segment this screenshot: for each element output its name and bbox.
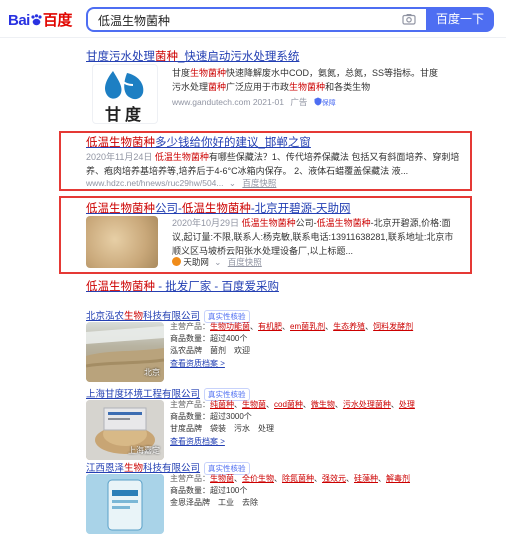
- ad-label[interactable]: 广告: [290, 97, 307, 107]
- qualification-link[interactable]: 查看资质档案 >: [170, 358, 430, 370]
- search-button[interactable]: 百度一下: [426, 7, 494, 32]
- product-link[interactable]: 微生物: [311, 400, 335, 409]
- products-line: 主营产品：生物功能菌、有机肥、em菌乳剂、生态养殖、饲料发酵剂: [170, 322, 414, 331]
- top-bar: Bai 百度 百度一下: [0, 0, 506, 38]
- company-image[interactable]: 上海嘉定: [86, 400, 164, 460]
- company-card: 北京泓农生物科技有限公司 真实性核验 北京 主营产品：生物功能菌、有机肥、em菌乳…: [86, 306, 426, 382]
- company-card: 上海甘度环境工程有限公司 真实性核验 上海嘉定 主营产品：纯菌种、生物菌、cod菌…: [86, 384, 426, 460]
- baidu-logo[interactable]: Bai 百度: [8, 9, 72, 29]
- brand-line: 甘度品牌 袋装 污水 处理: [170, 424, 274, 434]
- product-link[interactable]: 全价生物: [242, 474, 274, 483]
- result-description: 甘度生物菌种快速降解废水中COD，氨氮，总氮，SS等指标。甘度污水处理菌种广泛应…: [172, 68, 439, 92]
- source-name[interactable]: 天助网: [183, 257, 209, 267]
- product-link[interactable]: em菌乳剂: [290, 322, 325, 331]
- result-item: 低温生物菌种公司-低温生物菌种-北京开碧源-天助网 2020年10月29日 低温…: [86, 200, 466, 268]
- source-icon: [172, 257, 181, 266]
- result-aicaigou: 低温生物菌种 - 批发厂家 - 百度爱采购: [86, 278, 279, 294]
- result-url[interactable]: www.gandutech.com: [172, 97, 250, 107]
- result-ad: 甘度污水处理菌种_快速启动污水处理系统 甘度 甘度生物菌种快速降解废水中COD，…: [86, 48, 446, 124]
- result-meta: www.hdzc.net/hnews/ruc29hw/504... ⌄ 百度快照: [86, 177, 276, 189]
- result-meta: 天助网 ⌄ 百度快照: [172, 256, 262, 268]
- gandu-logo-image[interactable]: 甘度: [92, 64, 158, 124]
- location-label: 北京: [144, 368, 160, 377]
- products-line: 主营产品：生物菌、全价生物、除氮菌种、强效元、硅藻种、解毒剂: [170, 474, 410, 483]
- gandu-logo-text: 甘度: [104, 107, 145, 124]
- search-box: [86, 7, 426, 32]
- company-image[interactable]: [86, 474, 164, 534]
- company-card: 江西恩泽生物科技有限公司 真实性核验 主营产品：生物菌、全价生物、除氮菌种、强效元…: [86, 458, 426, 534]
- count-line: 商品数量：超过400个: [170, 334, 248, 344]
- search-input[interactable]: [98, 12, 388, 28]
- product-link[interactable]: 生态养殖: [333, 322, 365, 331]
- product-link[interactable]: cod菌种: [274, 400, 303, 409]
- dropdown-icon[interactable]: ⌄: [214, 257, 221, 267]
- result-title[interactable]: 低温生物菌种 - 批发厂家 - 百度爱采购: [86, 278, 279, 294]
- result-item: 低温生物菌种多少钱给你好的建议_邯郸之窗 2020年11月24日 低温生物菌种有…: [86, 134, 466, 188]
- dropdown-icon[interactable]: ⌄: [229, 178, 236, 188]
- result-title[interactable]: 低温生物菌种多少钱给你好的建议_邯郸之窗: [86, 134, 466, 150]
- product-link[interactable]: 除氮菌种: [282, 474, 314, 483]
- logo-text: 百度: [42, 12, 73, 29]
- paw-icon: [31, 14, 42, 26]
- snapshot-link[interactable]: 百度快照: [228, 257, 262, 267]
- product-bottle-icon: [86, 474, 164, 534]
- product-link[interactable]: 饲料发酵剂: [373, 322, 413, 331]
- company-details: 主营产品：生物功能菌、有机肥、em菌乳剂、生态养殖、饲料发酵剂 商品数量：超过4…: [170, 321, 430, 370]
- company-details: 主营产品：纯菌种、生物菌、cod菌种、微生物、污水处理菌种、处理 商品数量：超过…: [170, 399, 430, 448]
- product-link[interactable]: 有机肥: [258, 322, 282, 331]
- products-line: 主营产品：纯菌种、生物菌、cod菌种、微生物、污水处理菌种、处理: [170, 400, 415, 409]
- product-link[interactable]: 生物菌: [210, 474, 234, 483]
- result-date: 2021-01: [252, 97, 285, 107]
- result-thumbnail[interactable]: [86, 216, 158, 268]
- product-link[interactable]: 处理: [399, 400, 415, 409]
- shield-icon: [314, 97, 322, 106]
- count-line: 商品数量：超过100个: [170, 486, 248, 496]
- product-link[interactable]: 硅藻种: [354, 474, 378, 483]
- product-link[interactable]: 生物功能菌: [210, 322, 250, 331]
- result-title[interactable]: 低温生物菌种公司-低温生物菌种-北京开碧源-天助网: [86, 200, 466, 216]
- product-link[interactable]: 污水处理菌种: [343, 400, 391, 409]
- product-link[interactable]: 解毒剂: [386, 474, 410, 483]
- result-description: 2020年10月29日 低温生物菌种公司-低温生物菌种-北京开碧源,价格:面 议,…: [172, 218, 454, 256]
- product-link[interactable]: 纯菌种: [210, 400, 234, 409]
- brand-line: 金恩泽品牌 工业 去除: [170, 498, 258, 508]
- brand-line: 泓农品牌 菌剂 欢迎: [170, 346, 250, 356]
- company-details: 主营产品：生物菌、全价生物、除氮菌种、强效元、硅藻种、解毒剂 商品数量：超过10…: [170, 473, 430, 510]
- count-line: 商品数量：超过3000个: [170, 412, 252, 422]
- result-description: 2020年11月24日 低温生物菌种有哪些保藏法？1、传代培养保藏法 包括又有斜…: [86, 152, 460, 176]
- snapshot-link[interactable]: 百度快照: [242, 178, 276, 188]
- product-link[interactable]: 强效元: [322, 474, 346, 483]
- product-link[interactable]: 生物菌: [242, 400, 266, 409]
- result-url[interactable]: www.hdzc.net/hnews/ruc29hw/504...: [86, 178, 224, 188]
- qualification-link[interactable]: 查看资质档案 >: [170, 436, 430, 448]
- location-label: 上海嘉定: [128, 446, 160, 455]
- logo-prefix: Bai: [8, 12, 30, 29]
- camera-icon[interactable]: [402, 13, 416, 25]
- result-title[interactable]: 甘度污水处理菌种_快速启动污水处理系统: [86, 48, 446, 64]
- company-image[interactable]: 北京: [86, 322, 164, 382]
- result-meta: www.gandutech.com 2021-01 广告 保障: [172, 96, 442, 108]
- guarantee-badge[interactable]: 保障: [314, 97, 336, 107]
